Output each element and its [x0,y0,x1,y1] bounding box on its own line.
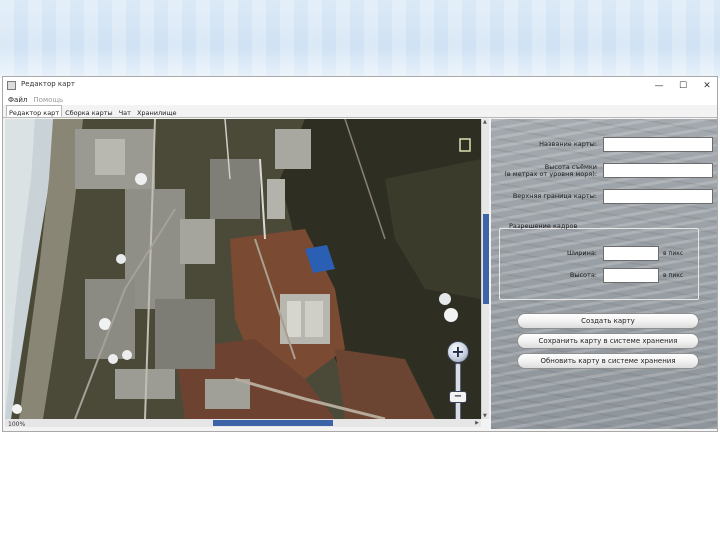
window-title: Редактор карт [21,80,75,88]
maximize-button[interactable]: ☐ [677,81,689,91]
satellite-image [5,119,481,419]
map-view[interactable]: + − − [5,119,481,419]
top-bound-field[interactable] [603,189,713,204]
header-stripes [0,0,720,78]
zoom-in-button[interactable]: + [447,341,469,363]
height-unit: в пикс [663,272,684,279]
update-map-button[interactable]: Обновить карту в системе хранения [517,353,699,369]
map-horizontal-scrollbar[interactable]: ▶ [5,419,481,427]
zoom-control: + − − [443,339,473,419]
slide-header-band [0,0,720,78]
shoot-height-field[interactable] [603,163,713,178]
map-vertical-scrollbar[interactable]: ▲ ▼ [481,119,489,419]
menu-file[interactable]: Файл [8,96,27,104]
resolution-group-title: Разрешение кадров [509,222,578,230]
tab-map-assembly[interactable]: Сборка карты [62,105,116,117]
window-controls: — ☐ ✕ [653,77,713,94]
width-unit: в пикс [663,250,684,257]
scale-readout: 100% [8,421,26,428]
height-label: Высота: [569,271,597,279]
scroll-down-arrow-icon[interactable]: ▼ [483,413,487,419]
scroll-up-arrow-icon[interactable]: ▲ [483,119,487,125]
shoot-height-label: Высота съёмки (в метрах от уровня моря): [504,163,597,178]
title-bar: Редактор карт — ☐ ✕ [3,77,717,94]
top-bound-label: Верхняя граница карты: [512,192,597,200]
app-window: Редактор карт — ☐ ✕ Файл Помощь Редактор… [2,76,718,432]
tab-map-editor[interactable]: Редактор карт [6,105,63,117]
map-name-field[interactable] [603,137,713,152]
tab-chat[interactable]: Чат [116,105,134,117]
map-name-label: Название карты: [539,140,597,148]
tab-storage[interactable]: Хранилище [134,105,180,117]
menu-bar: Файл Помощь [3,94,717,105]
map-properties-panel: Название карты: Высота съёмки (в метрах … [491,119,717,429]
vertical-scroll-thumb[interactable] [483,214,489,304]
height-field[interactable] [603,268,659,283]
create-map-button[interactable]: Создать карту [517,313,699,329]
width-field[interactable] [603,246,659,261]
resolution-groupbox [499,228,699,300]
app-icon [7,81,16,90]
scroll-right-arrow-icon[interactable]: ▶ [475,420,479,426]
width-label: Ширина: [567,249,597,257]
minimize-button[interactable]: — [653,81,665,91]
save-map-button[interactable]: Сохранить карту в системе хранения [517,333,699,349]
tab-bar: Редактор карт Сборка карты Чат Хранилище [3,105,717,118]
zoom-slider-handle[interactable]: − [449,391,467,403]
menu-help[interactable]: Помощь [33,96,63,104]
close-button[interactable]: ✕ [701,81,713,91]
horizontal-scroll-thumb[interactable] [213,420,333,426]
